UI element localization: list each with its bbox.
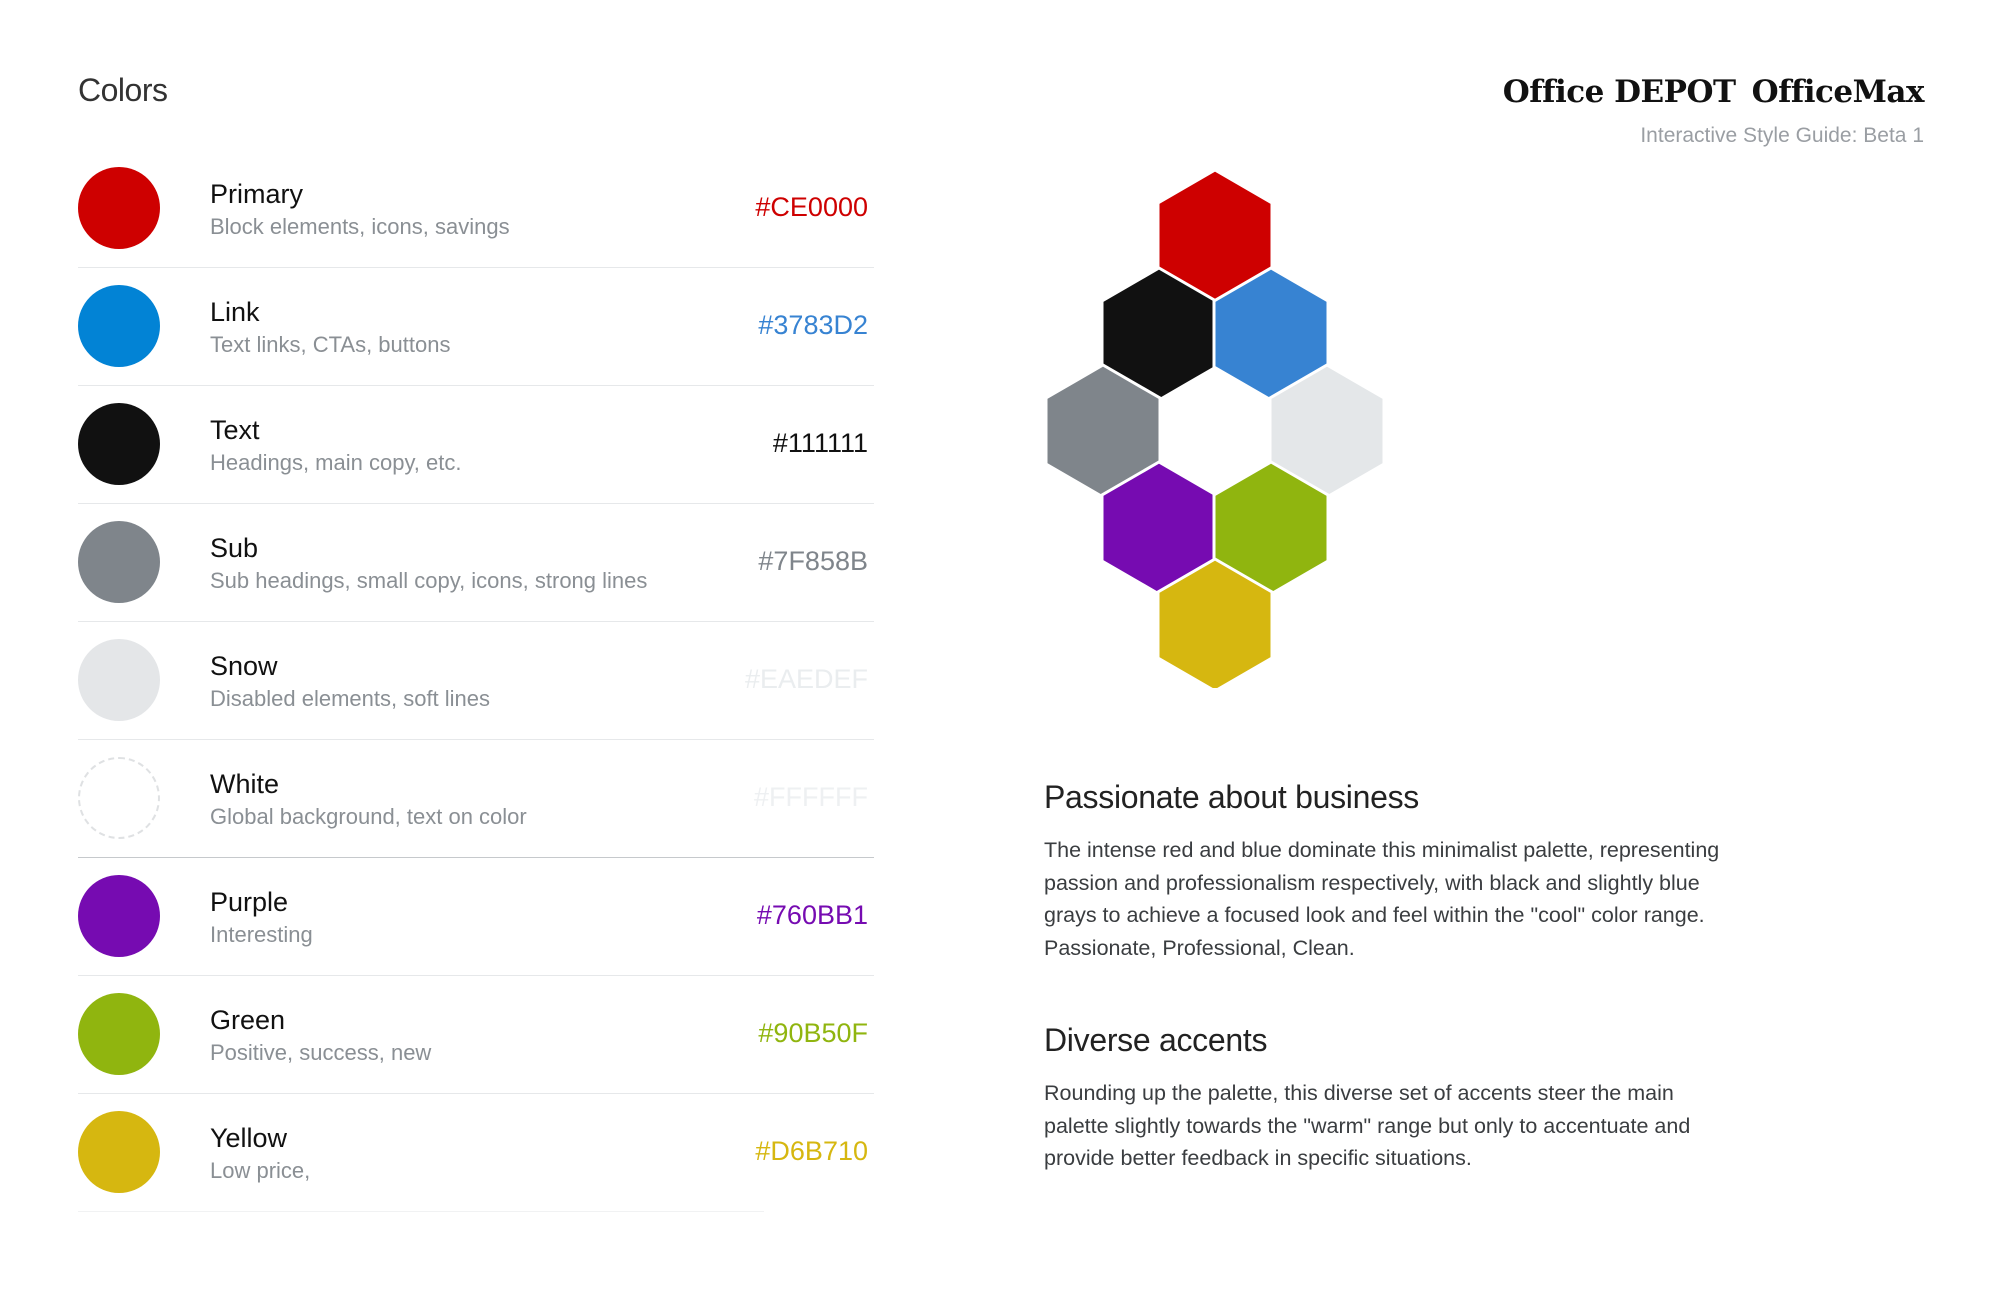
section-body: Rounding up the palette, this diverse se…	[1044, 1081, 1691, 1170]
color-row-primary: Primary Block elements, icons, savings #…	[78, 150, 874, 268]
color-row-yellow: Yellow Low price, #D6B710	[78, 1094, 868, 1212]
color-name: Link	[210, 297, 260, 327]
color-swatch	[78, 1111, 160, 1193]
section-passionate: Passionate about business The intense re…	[1044, 779, 1744, 964]
color-name: Text	[210, 415, 260, 445]
brand-subtitle: Interactive Style Guide: Beta 1	[1640, 124, 1924, 147]
brand-logos: Office DEPOT OfficeMax	[1502, 74, 1925, 110]
color-row-green: Green Positive, success, new #90B50F	[78, 976, 874, 1094]
color-description: Low price,	[210, 1158, 311, 1183]
color-row-purple: Purple Interesting #760BB1	[78, 858, 874, 976]
color-description: Global background, text on color	[210, 804, 527, 829]
color-name: White	[210, 769, 280, 799]
color-row-text: Text Headings, main copy, etc. #111111	[78, 386, 874, 504]
color-swatch	[78, 167, 160, 249]
color-description: Headings, main copy, etc.	[210, 450, 462, 475]
color-hex-code: #90B50F	[758, 1018, 868, 1048]
color-hex-code: #EAEDEF	[744, 664, 868, 694]
color-hex-code: #FFFFFF	[754, 782, 868, 812]
color-swatch	[78, 639, 160, 721]
color-hex-code: #111111	[772, 428, 868, 458]
officemax-logo: OfficeMax	[1751, 74, 1925, 110]
color-swatch	[78, 875, 160, 957]
color-name: Green	[210, 1005, 286, 1035]
color-hex-code: #3783D2	[758, 310, 868, 340]
color-name: Sub	[210, 533, 259, 563]
color-name: Purple	[210, 887, 289, 917]
section-heading: Diverse accents	[1044, 1022, 1268, 1058]
color-row-white: White Global background, text on color #…	[78, 740, 874, 858]
color-name: Snow	[210, 651, 278, 681]
color-list: Primary Block elements, icons, savings #…	[78, 150, 874, 1212]
office-depot-logo-word: Office	[1502, 74, 1605, 110]
color-swatch	[78, 285, 160, 367]
color-description: Block elements, icons, savings	[210, 214, 510, 239]
color-description: Sub headings, small copy, icons, strong …	[210, 568, 648, 593]
color-swatch	[78, 993, 160, 1075]
color-description: Positive, success, new	[210, 1040, 432, 1065]
color-description: Disabled elements, soft lines	[210, 686, 491, 711]
color-swatch	[78, 757, 160, 839]
page-title: Colors	[78, 72, 168, 108]
color-row-link: Link Text links, CTAs, buttons #3783D2	[78, 268, 874, 386]
hexagon-palette-graphic	[1044, 168, 1386, 688]
section-body: The intense red and blue dominate this m…	[1044, 838, 1720, 960]
color-description: Interesting	[210, 922, 313, 947]
color-row-snow: Snow Disabled elements, soft lines #EAED…	[78, 622, 874, 740]
color-name: Yellow	[210, 1123, 288, 1153]
section-diverse-accents: Diverse accents Rounding up the palette,…	[1044, 1022, 1744, 1175]
color-hex-code: #D6B710	[755, 1136, 868, 1166]
color-hex-code: #7F858B	[758, 546, 868, 576]
color-hex-code: #CE0000	[755, 192, 868, 222]
color-hex-code: #760BB1	[756, 900, 868, 930]
color-row-sub: Sub Sub headings, small copy, icons, str…	[78, 504, 874, 622]
color-description: Text links, CTAs, buttons	[210, 332, 451, 357]
brand-header: Office DEPOT OfficeMax Interactive Style …	[1502, 74, 1925, 148]
color-swatch	[78, 403, 160, 485]
color-swatch	[78, 521, 160, 603]
color-name: Primary	[210, 179, 303, 209]
office-depot-logo-depot: DEPOT	[1614, 74, 1736, 110]
section-heading: Passionate about business	[1044, 779, 1419, 815]
